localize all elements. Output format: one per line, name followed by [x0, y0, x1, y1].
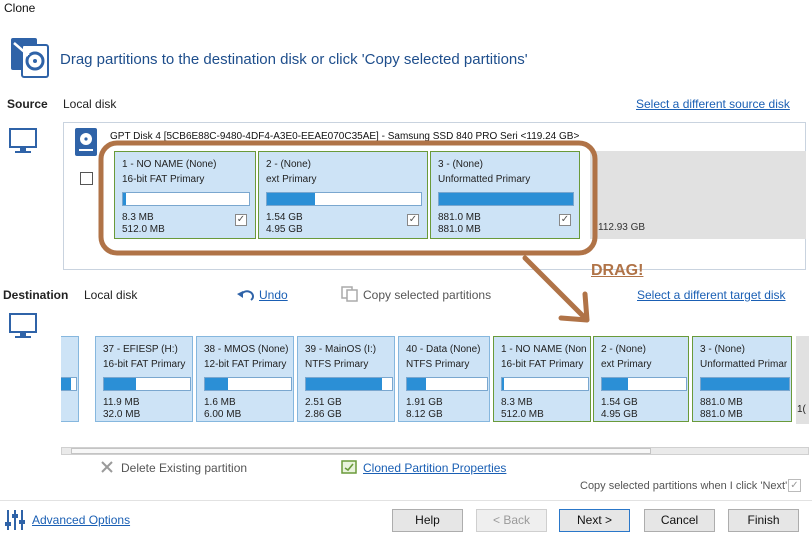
usage-bar-fill — [502, 378, 504, 390]
partition-used: 11.9 MB — [103, 397, 140, 408]
partition-name: 1 - NO NAME (None) — [501, 344, 586, 355]
partition-type: NTFS Primary — [305, 359, 369, 370]
drag-highlight-frame — [98, 140, 598, 256]
source-disk-type: Local disk — [63, 97, 117, 111]
instruction-text: Drag partitions to the destination disk … — [60, 51, 528, 68]
next-button[interactable]: Next > — [559, 509, 630, 532]
partition-tile[interactable]: 40 - Data (None) NTFS Primary 1.91 GB 8.12 … — [398, 336, 490, 422]
monitor-icon — [9, 128, 37, 153]
usage-bar-fill — [104, 378, 136, 390]
partition-used: 1.91 GB — [406, 397, 443, 408]
partition-used: 2.51 GB — [305, 397, 342, 408]
partition-name: 39 - MainOS (I:) — [305, 344, 377, 355]
usage-bar — [61, 377, 77, 391]
cancel-button[interactable]: Cancel — [644, 509, 715, 532]
usage-bar — [103, 377, 191, 391]
partition-name: None) — [61, 344, 74, 355]
partition-total: 32.0 MB — [103, 409, 141, 420]
destination-disk-type: Local disk — [84, 288, 138, 302]
hard-disk-icon — [75, 128, 97, 156]
partition-used: 8.3 MB — [501, 397, 533, 408]
partition-total: 6.00 MB — [204, 409, 242, 420]
partition-used: 1.54 GB — [601, 397, 638, 408]
usage-bar — [700, 377, 790, 391]
destination-label: Destination — [3, 288, 69, 302]
copy-icon — [341, 286, 358, 302]
select-all-checkbox[interactable] — [80, 172, 93, 185]
usage-bar-fill — [701, 378, 789, 390]
partition-total: 512.0 MB — [501, 409, 544, 420]
partition-name: 2 - (None) — [601, 344, 647, 355]
drag-label: DRAG! — [591, 262, 644, 279]
footer-divider — [0, 500, 812, 501]
partition-total: 881.0 MB — [700, 409, 743, 420]
usage-bar-fill — [205, 378, 229, 390]
advanced-options-link[interactable]: Advanced Options — [32, 513, 130, 527]
partition-used: 881.0 MB — [700, 397, 743, 408]
source-label: Source — [7, 97, 48, 111]
partition-type: NTFS Primary — [406, 359, 470, 370]
partition-tile[interactable]: 1 - NO NAME (None) 16-bit FAT Primary 8.3 … — [493, 336, 591, 422]
partition-type: Unformatted Primary — [700, 359, 787, 370]
usage-bar-fill — [407, 378, 427, 390]
clone-wizard-icon — [11, 38, 49, 78]
monitor-icon — [9, 313, 37, 338]
partition-total: 4.95 GB — [601, 409, 638, 420]
partition-tile[interactable]: 37 - EFIESP (H:) 16-bit FAT Primary 11.9 M… — [95, 336, 193, 422]
select-source-disk-link[interactable]: Select a different source disk — [636, 97, 790, 111]
partition-name: 38 - MMOS (None) — [204, 344, 289, 355]
select-target-disk-link[interactable]: Select a different target disk — [637, 288, 786, 302]
delete-icon — [101, 461, 113, 473]
partition-tile[interactable]: 38 - MMOS (None) 12-bit FAT Primary 1.6 MB… — [196, 336, 294, 422]
usage-bar — [501, 377, 589, 391]
partition-tile[interactable]: 3 - (None) Unformatted Primary 881.0 MB 881… — [692, 336, 792, 422]
window-title: Clone — [4, 1, 36, 15]
partition-type: 16-bit FAT Primary — [103, 359, 186, 370]
help-button[interactable]: Help — [392, 509, 463, 532]
back-button[interactable]: < Back — [476, 509, 547, 532]
unallocated-size: 112.93 GB — [598, 222, 646, 233]
copy-on-next-checkbox[interactable]: ✓ — [788, 479, 801, 492]
properties-icon — [341, 460, 357, 474]
copy-on-next-label: Copy selected partitions when I click 'N… — [580, 480, 788, 492]
undo-icon[interactable] — [237, 289, 255, 303]
partition-total: 8.12 GB — [406, 409, 443, 420]
partition-name: 40 - Data (None) — [406, 344, 481, 355]
partition-type: 12-bit FAT Primary — [204, 359, 287, 370]
partition-name: 3 - (None) — [700, 344, 746, 355]
usage-bar — [601, 377, 687, 391]
partition-tile[interactable]: 2 - (None) ext Primary 1.54 GB 4.95 GB — [593, 336, 689, 422]
copy-selected-partitions-button[interactable]: Copy selected partitions — [363, 288, 491, 302]
usage-bar-fill — [602, 378, 629, 390]
usage-bar — [204, 377, 292, 391]
finish-button[interactable]: Finish — [728, 509, 799, 532]
cloned-partition-properties-link[interactable]: Cloned Partition Properties — [363, 461, 506, 475]
usage-bar-fill — [306, 378, 382, 390]
destination-trailing-label: 1( — [797, 404, 806, 415]
partition-used: 1.6 MB — [204, 397, 236, 408]
usage-bar — [406, 377, 488, 391]
usage-bar — [305, 377, 393, 391]
delete-existing-partition-button[interactable]: Delete Existing partition — [121, 461, 247, 475]
partition-tile[interactable]: 39 - MainOS (I:) NTFS Primary 2.51 GB 2.86 … — [297, 336, 395, 422]
usage-bar-fill — [61, 378, 72, 390]
partition-type: ext Primary — [601, 359, 652, 370]
partition-total: 2.86 GB — [305, 409, 342, 420]
undo-link[interactable]: Undo — [259, 288, 288, 302]
scrollbar-thumb[interactable] — [71, 448, 651, 454]
destination-disk-panel: None)37 - EFIESP (H:)16-bit FAT Primary1… — [61, 336, 809, 424]
partition-name: 37 - EFIESP (H:) — [103, 344, 178, 355]
sliders-icon — [5, 510, 25, 530]
partition-type: 16-bit FAT Primary — [501, 359, 584, 370]
partition-tile[interactable]: None) — [61, 336, 79, 422]
